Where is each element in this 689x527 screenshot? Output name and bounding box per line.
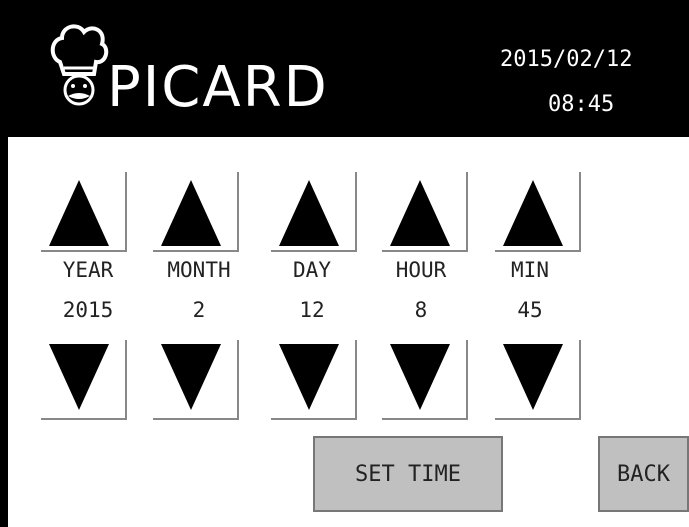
min-increment-button[interactable]	[495, 172, 581, 252]
month-label: MONTH	[167, 258, 231, 282]
triangle-up-icon	[503, 180, 563, 246]
hour-label: HOUR	[395, 258, 447, 282]
year-label: YEAR	[62, 258, 114, 282]
triangle-down-icon	[503, 344, 563, 410]
month-value: 2	[192, 298, 206, 322]
day-label: DAY	[293, 258, 331, 282]
year-column: YEAR 2015	[33, 0, 143, 527]
set-time-button[interactable]: SET TIME	[313, 436, 503, 512]
triangle-up-icon	[49, 180, 109, 246]
day-increment-button[interactable]	[271, 172, 357, 252]
triangle-down-icon	[390, 344, 450, 410]
month-increment-button[interactable]	[153, 172, 239, 252]
min-label: MIN	[511, 258, 549, 282]
triangle-down-icon	[161, 344, 221, 410]
triangle-up-icon	[390, 180, 450, 246]
year-decrement-button[interactable]	[41, 340, 127, 420]
year-increment-button[interactable]	[41, 172, 127, 252]
hour-decrement-button[interactable]	[382, 340, 468, 420]
min-value: 45	[517, 298, 543, 322]
month-decrement-button[interactable]	[153, 340, 239, 420]
day-decrement-button[interactable]	[271, 340, 357, 420]
day-value: 12	[299, 298, 325, 322]
min-decrement-button[interactable]	[495, 340, 581, 420]
triangle-up-icon	[161, 180, 221, 246]
triangle-up-icon	[279, 180, 339, 246]
hour-value: 8	[414, 298, 428, 322]
month-column: MONTH 2	[144, 0, 254, 527]
year-value: 2015	[62, 298, 114, 322]
back-button[interactable]: BACK	[598, 436, 689, 512]
hour-increment-button[interactable]	[382, 172, 468, 252]
triangle-down-icon	[49, 344, 109, 410]
left-border	[0, 0, 8, 527]
triangle-down-icon	[279, 344, 339, 410]
